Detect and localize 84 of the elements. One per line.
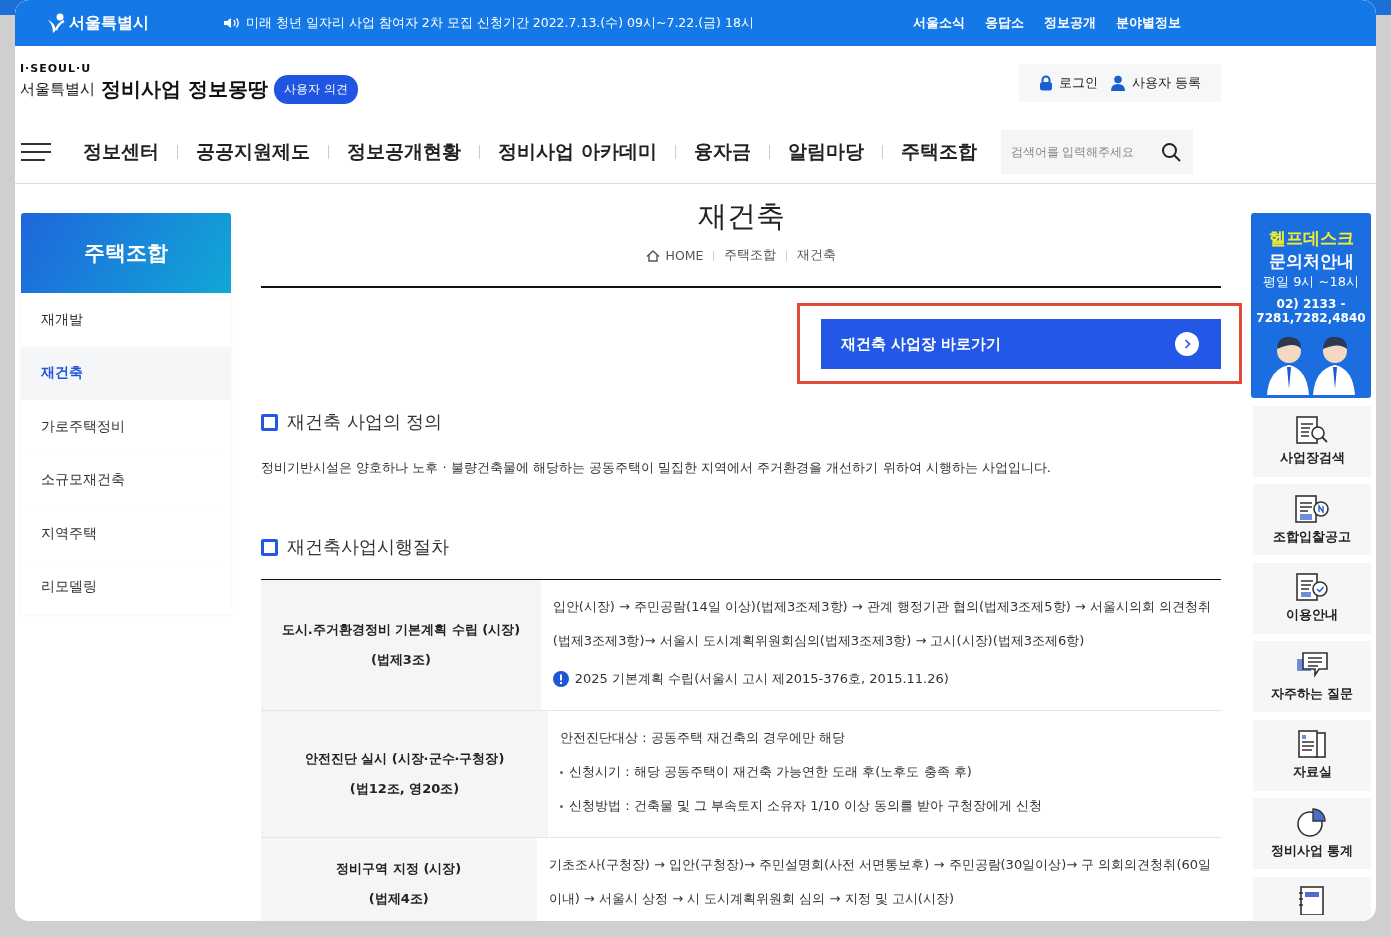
city-logo-icon xyxy=(45,12,67,34)
procedure-note: 2025 기본계획 수립(서울시 고시 제2015-376호, 2015.11.26) xyxy=(574,670,949,688)
city-name[interactable]: 서울특별시 xyxy=(69,12,149,34)
step-name: 안전진단 실시 (시장·군수·구청장) xyxy=(304,750,505,768)
square-bullet-icon xyxy=(261,413,278,431)
sidebar-item[interactable]: 리모델링 xyxy=(21,560,231,614)
info-icon xyxy=(552,671,569,687)
user-icon xyxy=(1109,75,1126,91)
top-link[interactable]: 정보공개 xyxy=(1044,14,1096,32)
helpdesk-title: 문의처안내 xyxy=(1268,250,1354,273)
speaker-icon xyxy=(223,17,241,29)
pie-chart-icon xyxy=(1295,807,1329,838)
helpdesk-banner[interactable]: 헬프데스크 문의처안내 평일 9시 ~18시 02) 2133 - 7281,7282,4840 xyxy=(1251,213,1371,398)
breadcrumb-item[interactable]: HOME xyxy=(665,248,704,263)
quick-menu-label: 자료실 xyxy=(1292,763,1332,781)
helpdesk-hours: 평일 9시 ~18시 xyxy=(1263,273,1359,291)
nav-item[interactable]: 정비사업 아카데미 xyxy=(486,138,669,165)
logo-city[interactable]: 서울특별시 xyxy=(20,80,95,99)
step-name: (법12조, 영20조) xyxy=(349,780,460,798)
chevron-right-icon xyxy=(1175,332,1199,356)
notice-text[interactable]: 미래 청년 일자리 사업 참여자 2차 모집 신청기간 2022.7.13.(수) 09시~7.22.(금) 18시 xyxy=(246,14,754,32)
helpdesk-phone: 02) 2133 - xyxy=(1276,297,1346,311)
helpdesk-title: 헬프데스크 xyxy=(1268,227,1354,250)
quick-menu-label: 자주하는 질문 xyxy=(1270,684,1354,703)
lock-icon xyxy=(1038,75,1053,91)
quick-menu-label: 조합입찰공고 xyxy=(1273,527,1351,546)
nav-item[interactable]: 알림마당 xyxy=(775,138,876,165)
page-title: 재건축 xyxy=(696,198,786,235)
shortcut-button[interactable]: 재건축 사업장 바로가기 xyxy=(821,319,1221,369)
procedure-text: 신청방법 : 건축물 및 그 부속토지 소유자 1/10 이상 동의를 받아 구청장에게 신청 xyxy=(569,797,1043,815)
nav-item[interactable]: 정보센터 xyxy=(71,138,171,165)
section-heading: 재건축사업시행절차 xyxy=(287,535,449,559)
breadcrumb-item[interactable]: 주택조합 xyxy=(724,247,777,264)
documents-icon xyxy=(1295,729,1329,759)
menu-icon[interactable] xyxy=(21,142,51,161)
step-name: (법제3조) xyxy=(370,651,431,669)
document-check-icon xyxy=(1295,572,1329,602)
step-name: (법제4조) xyxy=(368,890,429,908)
step-name: 도시.주거환경정비 기본계획 수립 (시장) xyxy=(281,621,521,639)
sidebar-item[interactable]: 재개발 xyxy=(21,293,231,347)
quick-menu-item[interactable]: 조합입찰공고 xyxy=(1253,484,1371,555)
nav-item[interactable]: 공공지원제도 xyxy=(184,138,322,165)
procedure-text: 신청시기 : 해당 공동주택이 재건축 가능연한 도래 후(노후도 충족 후) xyxy=(569,763,972,781)
search-field[interactable]: 검색어를 입력해주세요 xyxy=(1000,129,1193,174)
quick-menu-label: 정비사업 통계 xyxy=(1270,841,1354,860)
quick-menu-label: 이용안내 xyxy=(1286,606,1338,624)
sidebar-item[interactable]: 지역주택 xyxy=(21,507,231,561)
quick-menu-item[interactable]: 사업장검색 xyxy=(1253,405,1371,477)
sidebar-title: 주택조합 xyxy=(21,213,231,293)
register-link[interactable]: 사용자 등록 xyxy=(1131,74,1201,92)
square-bullet-icon xyxy=(261,538,278,556)
quick-menu-item[interactable]: 자료실 xyxy=(1253,719,1371,791)
sidebar-item[interactable]: 재건축 xyxy=(21,346,231,400)
procedure-text: 안전진단대상 : 공동주택 재건축의 경우에만 해당 xyxy=(560,729,846,747)
sidebar-item[interactable]: 가로주택정비 xyxy=(21,400,231,454)
home-icon xyxy=(645,249,660,262)
procedure-text: (법제3조제3항)→ 서울시 도시계획위원회심의(법제3조제3항) → 고시(시장)(법제3조제6항) xyxy=(552,632,1085,650)
document-badge-icon xyxy=(1294,493,1330,524)
top-link[interactable]: 응답소 xyxy=(985,14,1024,32)
feedback-button[interactable]: 사용자 의견 xyxy=(273,75,358,104)
document-search-icon xyxy=(1295,415,1329,445)
sidebar-item[interactable]: 소규모재건축 xyxy=(21,453,231,507)
seoul-slogan: I·SEOUL·U xyxy=(20,62,93,75)
section-text: 정비기반시설은 양호하나 노후 · 불량건축물에 해당하는 공동주택이 밀집한 지역에서 주거환경을 개선하기 위하여 시행하는 사업입니다. xyxy=(261,459,1052,477)
top-link[interactable]: 분야별정보 xyxy=(1116,14,1181,32)
nav-item[interactable]: 융자금 xyxy=(681,138,763,165)
procedure-text: 이내) → 서울시 상정 → 시 도시계획위원회 심의 → 지정 및 고시(시장) xyxy=(548,890,954,908)
quick-menu-item[interactable] xyxy=(1253,876,1371,921)
helpdesk-phone: 7281,7282,4840 xyxy=(1256,311,1366,325)
procedure-text: 기초조사(구청장) → 입안(구청장)→ 주민설명회(사전 서면통보후) → 주민공람(30일이상)→ 구 의회의견청취(60일 xyxy=(548,856,1211,874)
quick-menu-label: 사업장검색 xyxy=(1279,449,1345,467)
nav-item[interactable]: 주택조합 xyxy=(888,138,989,165)
procedure-text: 입안(시장) → 주민공람(14일 이상)(법제3조제3항) → 관계 행정기관 협의(법제3조제5항) → 서울시의회 의견청취 xyxy=(552,598,1211,616)
nav-item[interactable]: 정보공개현황 xyxy=(335,138,473,165)
search-icon[interactable] xyxy=(1160,141,1181,162)
breadcrumb-item[interactable]: 재건축 xyxy=(797,247,837,264)
site-title[interactable]: 정비사업 정보몽땅 xyxy=(101,76,268,103)
step-name: 정비구역 지정 (시장) xyxy=(336,860,462,878)
top-link[interactable]: 서울소식 xyxy=(913,14,965,32)
quick-menu-item[interactable]: 정비사업 통계 xyxy=(1253,798,1371,869)
quick-menu-item[interactable]: 자주하는 질문 xyxy=(1253,641,1371,712)
login-link[interactable]: 로그인 xyxy=(1058,74,1098,92)
quick-menu-item[interactable]: 이용안내 xyxy=(1253,562,1371,634)
section-heading: 재건축 사업의 정의 xyxy=(287,410,443,434)
